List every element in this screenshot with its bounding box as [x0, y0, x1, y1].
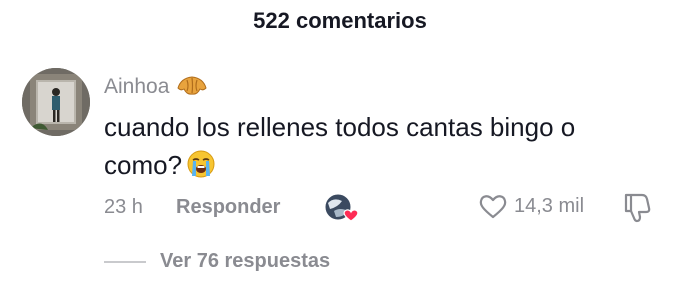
like-button[interactable]: 14,3 mil	[478, 192, 584, 220]
comment-timestamp: 23 h	[104, 196, 143, 218]
comment-text: cuando los rellenes todos cantas bingo o…	[104, 112, 576, 180]
view-replies-label: Ver 76 respuestas	[160, 250, 331, 272]
comments-count-title: 522 comentarios	[253, 8, 427, 33]
creator-liked-heart-icon	[324, 193, 360, 223]
loudly-crying-face-icon	[186, 149, 216, 179]
replies-divider	[104, 260, 146, 263]
croissant-icon	[175, 72, 209, 102]
reply-button[interactable]: Responder	[176, 196, 280, 219]
like-count: 14,3 mil	[514, 194, 585, 217]
heart-outline-icon	[479, 195, 507, 219]
avatar[interactable]	[22, 68, 90, 136]
thumbs-down-icon	[624, 193, 651, 223]
dislike-button[interactable]	[620, 190, 654, 224]
comment-body: cuando los rellenes todos cantas bingo o…	[104, 108, 644, 184]
avatar-image	[22, 68, 90, 136]
view-replies-button[interactable]: Ver 76 respuestas	[104, 250, 330, 273]
comment-author[interactable]: Ainhoa	[104, 72, 209, 102]
username-text: Ainhoa	[104, 75, 170, 98]
